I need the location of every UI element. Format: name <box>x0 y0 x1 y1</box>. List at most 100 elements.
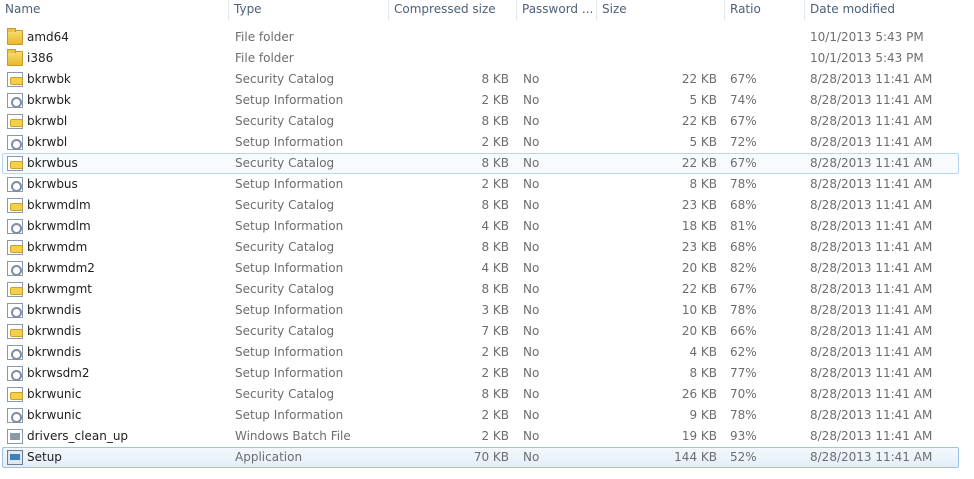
type-cell: Setup Information <box>235 345 344 359</box>
table-row[interactable]: bkrwndis Setup Information 2 KB No 4 KB 62% 8/… <box>2 342 959 363</box>
name-cell: i386 <box>27 51 54 65</box>
date-modified-cell: 8/28/2013 11:41 AM <box>810 114 933 128</box>
type-cell: Setup Information <box>235 303 344 317</box>
size-cell: 8 KB <box>689 366 717 380</box>
table-row[interactable]: bkrwmdm2 Setup Information 4 KB No 20 KB 82% 8… <box>2 258 959 279</box>
ratio-cell: 52% <box>730 450 757 464</box>
date-modified-cell: 8/28/2013 11:41 AM <box>810 240 933 254</box>
table-row[interactable]: bkrwbl Security Catalog 8 KB No 22 KB 67% 8/28… <box>2 111 959 132</box>
setup-information-icon <box>7 219 23 234</box>
name-cell: bkrwndis <box>27 303 82 317</box>
name-cell: bkrwbl <box>27 135 68 149</box>
password-cell: No <box>523 408 540 422</box>
password-cell <box>523 49 593 68</box>
compressed-size-cell: 2 KB <box>481 177 509 191</box>
table-row[interactable]: bkrwbk Security Catalog 8 KB No 22 KB 67% 8/28… <box>2 69 959 90</box>
table-row[interactable]: bkrwunic Security Catalog 8 KB No 26 KB 70% 8/… <box>2 384 959 405</box>
password-cell: No <box>523 282 540 296</box>
type-cell: Security Catalog <box>235 114 335 128</box>
security-catalog-icon <box>7 324 23 339</box>
table-row[interactable]: amd64 File folder 10/1/2013 5:43 PM <box>2 27 959 48</box>
compressed-size-cell: 8 KB <box>481 156 509 170</box>
size-cell: 26 KB <box>681 387 717 401</box>
ratio-cell: 81% <box>730 219 757 233</box>
password-cell: No <box>523 345 540 359</box>
ratio-cell: 67% <box>730 72 757 86</box>
password-cell: No <box>523 303 540 317</box>
ratio-cell: 74% <box>730 93 757 107</box>
setup-information-icon <box>7 345 23 360</box>
date-modified-cell: 8/28/2013 11:41 AM <box>810 303 933 317</box>
name-cell: bkrwmdlm <box>27 198 91 212</box>
type-cell: Security Catalog <box>235 156 335 170</box>
column-type[interactable]: Type <box>229 0 388 20</box>
size-cell <box>601 28 717 47</box>
table-row[interactable]: bkrwbk Setup Information 2 KB No 5 KB 74% 8/28… <box>2 90 959 111</box>
setup-information-icon <box>7 408 23 423</box>
ratio-cell: 62% <box>730 345 757 359</box>
name-cell: bkrwmdlm <box>27 219 91 233</box>
date-modified-cell: 8/28/2013 11:41 AM <box>810 135 933 149</box>
date-modified-cell: 8/28/2013 11:41 AM <box>810 450 933 464</box>
compressed-size-cell: 8 KB <box>481 240 509 254</box>
table-row[interactable]: i386 File folder 10/1/2013 5:43 PM <box>2 48 959 69</box>
compressed-size-cell: 4 KB <box>481 219 509 233</box>
column-password[interactable]: Password ... <box>517 0 596 20</box>
compressed-size-cell: 70 KB <box>473 450 509 464</box>
table-row[interactable]: bkrwmgmt Security Catalog 8 KB No 22 KB 67% 8/… <box>2 279 959 300</box>
compressed-size-cell: 2 KB <box>481 366 509 380</box>
name-cell: bkrwmgmt <box>27 282 93 296</box>
column-compressed-size[interactable]: Compressed size <box>389 0 516 20</box>
name-cell: bkrwunic <box>27 408 82 422</box>
table-row[interactable]: bkrwmdlm Security Catalog 8 KB No 23 KB 68% 8/… <box>2 195 959 216</box>
ratio-cell: 78% <box>730 303 757 317</box>
table-row[interactable]: bkrwndis Security Catalog 7 KB No 20 KB 66% 8/… <box>2 321 959 342</box>
table-row[interactable]: bkrwunic Setup Information 2 KB No 9 KB 78% 8/… <box>2 405 959 426</box>
table-row[interactable]: bkrwbus Setup Information 2 KB No 8 KB 78% 8/2… <box>2 174 959 195</box>
date-modified-cell: 8/28/2013 11:41 AM <box>810 366 933 380</box>
date-modified-cell: 8/28/2013 11:41 AM <box>810 387 933 401</box>
password-cell: No <box>523 261 540 275</box>
size-cell: 20 KB <box>681 261 717 275</box>
ratio-cell <box>730 49 800 68</box>
date-modified-cell: 8/28/2013 11:41 AM <box>810 324 933 338</box>
compressed-size-cell: 8 KB <box>481 198 509 212</box>
column-name[interactable]: Name <box>0 0 228 20</box>
size-cell: 8 KB <box>689 177 717 191</box>
column-ratio[interactable]: Ratio <box>725 0 804 20</box>
size-cell: 19 KB <box>681 429 717 443</box>
table-row[interactable]: bkrwsdm2 Setup Information 2 KB No 8 KB 77% 8/… <box>2 363 959 384</box>
name-cell: Setup <box>27 450 62 464</box>
table-row[interactable]: drivers_clean_up Windows Batch File 2 KB No… <box>2 426 959 447</box>
table-row[interactable]: bkrwbl Setup Information 2 KB No 5 KB 72% 8/28… <box>2 132 959 153</box>
size-cell: 144 KB <box>674 450 717 464</box>
table-row[interactable]: bkrwbus Security Catalog 8 KB No 22 KB 67% 8/2… <box>2 153 959 174</box>
setup-information-icon <box>7 135 23 150</box>
column-date-modified[interactable]: Date modified <box>805 0 965 20</box>
column-size[interactable]: Size <box>597 0 724 20</box>
table-row[interactable]: Setup Application 70 KB No 144 KB 52% 8/28/201… <box>2 447 959 468</box>
date-modified-cell: 8/28/2013 11:41 AM <box>810 261 933 275</box>
date-modified-cell: 8/28/2013 11:41 AM <box>810 408 933 422</box>
security-catalog-icon <box>7 198 23 213</box>
size-cell: 10 KB <box>681 303 717 317</box>
password-cell: No <box>523 114 540 128</box>
setup-information-icon <box>7 177 23 192</box>
name-cell: bkrwbl <box>27 114 68 128</box>
name-cell: bkrwndis <box>27 324 82 338</box>
type-cell: Security Catalog <box>235 282 335 296</box>
table-row[interactable]: bkrwmdm Security Catalog 8 KB No 23 KB 68% 8/2… <box>2 237 959 258</box>
ratio-cell: 66% <box>730 324 757 338</box>
size-cell: 23 KB <box>681 240 717 254</box>
compressed-size-cell: 2 KB <box>481 93 509 107</box>
table-row[interactable]: bkrwndis Setup Information 3 KB No 10 KB 78% 8… <box>2 300 959 321</box>
password-cell: No <box>523 72 540 86</box>
type-cell: Setup Information <box>235 93 344 107</box>
compressed-size-cell: 8 KB <box>481 72 509 86</box>
table-row[interactable]: bkrwmdlm Setup Information 4 KB No 18 KB 81% 8… <box>2 216 959 237</box>
compressed-size-cell: 8 KB <box>481 114 509 128</box>
date-modified-cell: 8/28/2013 11:41 AM <box>810 93 933 107</box>
ratio-cell: 68% <box>730 240 757 254</box>
password-cell: No <box>523 387 540 401</box>
name-cell: bkrwsdm2 <box>27 366 90 380</box>
